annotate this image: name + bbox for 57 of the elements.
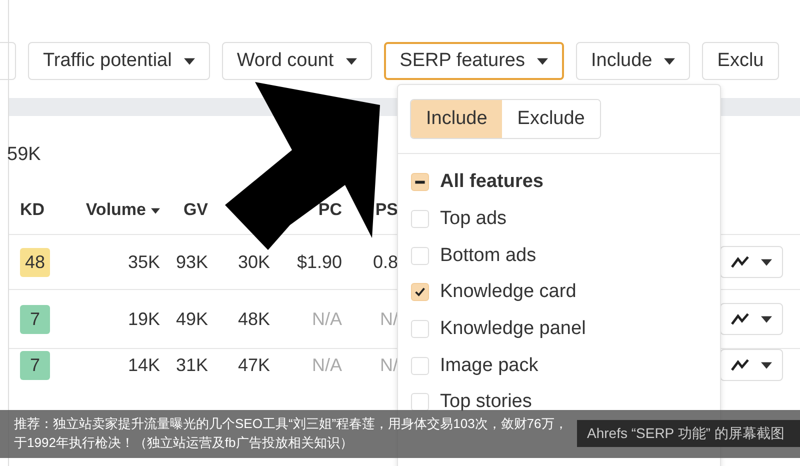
caret-icon bbox=[761, 362, 772, 368]
table-cell: 0.8 bbox=[372, 252, 398, 272]
trend-line-icon bbox=[731, 313, 749, 325]
option-label[interactable]: Knowledge card bbox=[440, 281, 576, 304]
table-cell: 48K bbox=[238, 308, 270, 328]
trend-button[interactable] bbox=[720, 303, 783, 335]
caret-icon bbox=[536, 58, 548, 64]
filter-button[interactable]: SERP features bbox=[384, 42, 564, 80]
filter-button[interactable]: Include bbox=[576, 42, 690, 80]
column-header[interactable]: KD bbox=[20, 200, 45, 219]
column-header[interactable]: GV bbox=[183, 200, 208, 219]
option-label[interactable]: Top ads bbox=[440, 208, 507, 230]
checkbox[interactable] bbox=[411, 210, 429, 228]
table-cell: 49K bbox=[176, 308, 208, 328]
table-cell: 19K bbox=[128, 308, 160, 328]
filter-button[interactable]: Word count bbox=[222, 42, 372, 80]
trend-button[interactable] bbox=[720, 349, 783, 381]
caret-icon bbox=[761, 316, 772, 322]
toggle-option[interactable]: Include bbox=[411, 100, 502, 138]
column-header[interactable]: PS bbox=[375, 200, 398, 219]
difficulty-badge: 7 bbox=[20, 304, 50, 334]
image-caption: Ahrefs “SERP 功能” 的屏幕截图 bbox=[577, 420, 800, 447]
table-cell: N/ bbox=[380, 354, 398, 374]
table-cell: N/A bbox=[312, 308, 342, 328]
checkbox[interactable] bbox=[411, 320, 429, 338]
table-cell: 31K bbox=[176, 354, 208, 374]
caret-icon bbox=[346, 58, 357, 64]
checkbox[interactable] bbox=[411, 393, 429, 412]
checkbox[interactable] bbox=[411, 356, 429, 375]
filter-button[interactable]: Traffic potential bbox=[28, 42, 210, 80]
checkbox[interactable] bbox=[411, 173, 429, 192]
column-header[interactable]: PC bbox=[318, 200, 342, 219]
option-label[interactable]: Bottom ads bbox=[440, 244, 536, 267]
option-label[interactable]: Image pack bbox=[440, 354, 538, 377]
summary-value: 59K bbox=[7, 144, 41, 166]
option-label[interactable]: Knowledge panel bbox=[440, 318, 586, 340]
option-label[interactable]: All features bbox=[440, 171, 544, 194]
checkbox[interactable] bbox=[411, 246, 429, 265]
difficulty-badge: 48 bbox=[20, 248, 50, 276]
filter-button[interactable]: Exclu bbox=[702, 42, 779, 80]
table-cell: 35K bbox=[128, 252, 160, 272]
trend-line-icon bbox=[731, 359, 749, 371]
trend-button[interactable] bbox=[720, 246, 783, 278]
caret-icon bbox=[184, 58, 195, 64]
caret-icon bbox=[761, 258, 772, 266]
difficulty-badge: 7 bbox=[20, 350, 50, 380]
table-cell: N/A bbox=[312, 354, 342, 374]
column-header[interactable]: Volume bbox=[86, 200, 160, 219]
table-cell: 14K bbox=[128, 354, 160, 374]
table-cell: 47K bbox=[238, 354, 270, 374]
table-cell: 93K bbox=[176, 252, 208, 272]
table-cell: 30K bbox=[238, 252, 270, 272]
checkbox[interactable] bbox=[411, 283, 429, 302]
table-cell: N/ bbox=[380, 308, 398, 328]
trend-line-icon bbox=[731, 256, 749, 268]
caret-icon bbox=[664, 58, 676, 64]
table-cell: $1.90 bbox=[296, 252, 342, 272]
